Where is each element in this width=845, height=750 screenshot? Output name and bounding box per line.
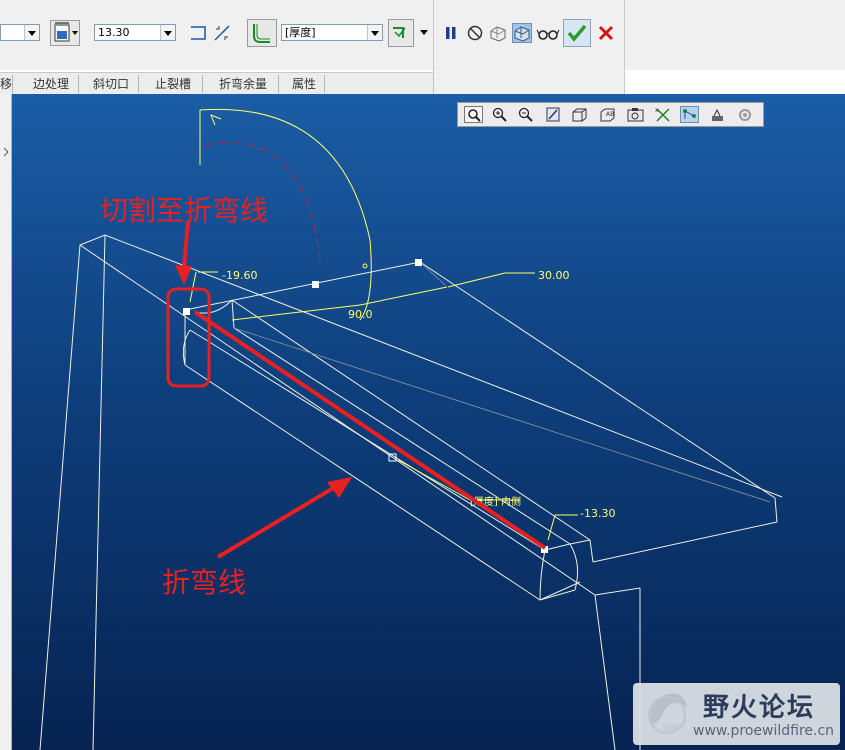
zoom-out-icon[interactable] xyxy=(516,106,535,123)
radius-side-button[interactable] xyxy=(388,19,414,47)
flip-direction-icon[interactable] xyxy=(212,23,232,43)
tab-edge-treatment[interactable]: 边处理 xyxy=(24,75,79,93)
view-manager-icon[interactable] xyxy=(626,106,645,123)
tab-bend-allowance[interactable]: 折弯余量 xyxy=(208,75,279,93)
radius-side-icon xyxy=(393,27,406,38)
radius-side-dropdown[interactable] xyxy=(415,24,431,41)
datum-points-icon[interactable] xyxy=(708,106,727,123)
coordinate-systems-icon[interactable] xyxy=(736,106,755,123)
thickness-side-dropdown[interactable]: [厚度] xyxy=(281,24,383,41)
datum-planes-icon[interactable]: x xyxy=(654,106,673,123)
cut-to-bend-line-label: 切割至折弯线 xyxy=(100,194,268,227)
width-offset-icon xyxy=(54,22,78,42)
bend-radius-button[interactable] xyxy=(247,19,277,47)
chevron-down-icon xyxy=(24,25,39,40)
wireframe-edges xyxy=(39,234,783,750)
forum-url: www.proewildfire.cn xyxy=(693,723,835,739)
forum-logo-icon xyxy=(648,693,687,734)
profile-edge-icon[interactable] xyxy=(188,23,208,43)
dimension-offset-bottom[interactable]: -13.30 xyxy=(580,507,615,520)
model-tree-edge xyxy=(0,94,12,750)
svg-text:x: x xyxy=(655,107,659,114)
geometry-preview-icon[interactable] xyxy=(512,23,532,43)
offset-value-input[interactable]: 13.30 xyxy=(94,24,176,41)
tab-relief[interactable]: 止裂槽 xyxy=(144,75,203,93)
repaint-icon[interactable] xyxy=(544,106,563,123)
arrowhead-icon xyxy=(175,265,192,285)
no-preview-icon[interactable] xyxy=(465,23,485,43)
tab-properties[interactable]: 属性 xyxy=(284,75,325,93)
dimension-angle[interactable]: 90.0 xyxy=(348,308,373,321)
drag-handle[interactable] xyxy=(415,259,422,266)
datum-axes-icon[interactable] xyxy=(680,106,699,123)
control-panel xyxy=(433,0,625,94)
dashboard-tabs: 移 边处理 斜切口 止裂槽 折弯余量 属性 xyxy=(0,72,433,95)
dimension-graphics xyxy=(189,108,578,541)
svg-text:AB: AB xyxy=(606,111,614,118)
dimension-length[interactable]: 30.00 xyxy=(538,269,570,282)
chevron-down-icon xyxy=(417,24,431,39)
annotation-arrow-top xyxy=(182,221,190,269)
display-style-icon[interactable] xyxy=(570,106,589,123)
refit-icon[interactable] xyxy=(464,106,483,123)
annotation-arrow-bend xyxy=(216,485,337,559)
chevron-down-icon xyxy=(367,25,382,40)
length-type-dropdown[interactable] xyxy=(0,24,40,41)
tab-miter-cuts[interactable]: 斜切口 xyxy=(84,75,139,93)
bend-line-label: 折弯线 xyxy=(162,566,246,599)
cancel-x-icon[interactable] xyxy=(596,23,616,43)
chevron-down-icon xyxy=(160,25,175,40)
drag-handle[interactable] xyxy=(312,281,319,288)
bend-line-highlight xyxy=(193,310,547,550)
view-toolbar: AB x xyxy=(457,102,764,127)
confirm-check-icon[interactable] xyxy=(563,19,591,47)
offset-value-text: 13.30 xyxy=(98,26,130,39)
attached-preview-icon[interactable] xyxy=(488,23,508,43)
sheetmetal-model: -19.60 30.00 90.0 -13.30 [厚度] 内侧 切割至折弯线 … xyxy=(39,108,783,750)
bend-radius-icon xyxy=(253,24,270,43)
saved-views-icon[interactable]: AB xyxy=(598,106,617,123)
dimension-offset-top[interactable]: -19.60 xyxy=(222,269,257,282)
tab-placement[interactable]: 移 xyxy=(0,75,13,93)
drag-handle[interactable] xyxy=(183,308,190,315)
pause-icon[interactable] xyxy=(441,23,461,43)
verify-glasses-icon[interactable] xyxy=(536,23,560,43)
forum-watermark: 野火论坛 www.proewildfire.cn xyxy=(633,683,840,745)
width-option-button[interactable] xyxy=(50,20,80,46)
zoom-in-icon[interactable] xyxy=(490,106,509,123)
thickness-option-text: [厚度] xyxy=(285,26,316,39)
hidden-edges xyxy=(233,261,771,503)
graphics-window[interactable]: -19.60 30.00 90.0 -13.30 [厚度] 内侧 切割至折弯线 … xyxy=(12,94,845,750)
forum-title: 野火论坛 xyxy=(703,693,816,723)
